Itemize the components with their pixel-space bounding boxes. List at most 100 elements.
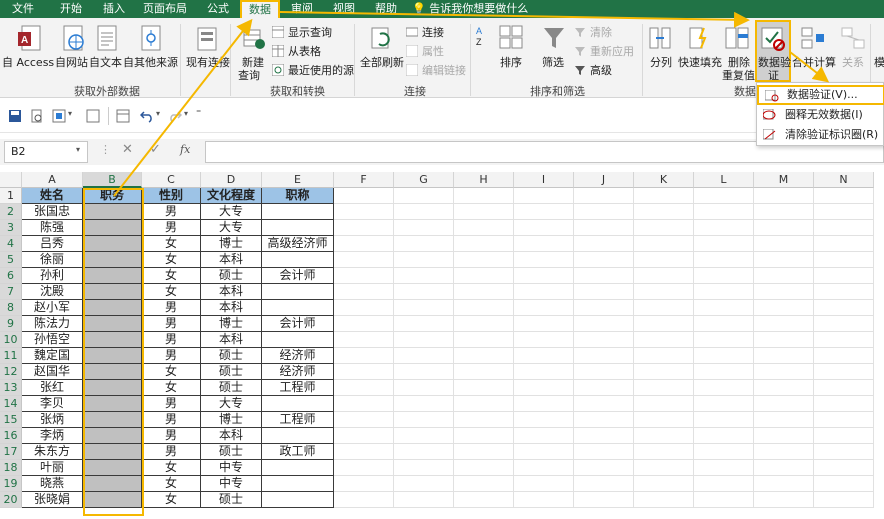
cell-f4[interactable] (334, 236, 394, 252)
cell-f18[interactable] (334, 460, 394, 476)
cell-k1[interactable] (634, 188, 694, 204)
cell-b5[interactable] (83, 252, 142, 268)
cell-a20[interactable]: 张晓娟 (22, 492, 83, 508)
cell-g3[interactable] (394, 220, 454, 236)
cell-c20[interactable]: 女 (142, 492, 201, 508)
print-preview-icon[interactable] (30, 109, 44, 123)
column-header-j[interactable]: J (574, 172, 634, 188)
cell-d12[interactable]: 硕士 (201, 364, 262, 380)
tab-formulas[interactable]: 公式 (198, 0, 238, 18)
format-icon[interactable] (86, 109, 100, 123)
cell-f7[interactable] (334, 284, 394, 300)
cell-b13[interactable] (83, 380, 142, 396)
undo-icon[interactable] (140, 109, 154, 123)
cell-i12[interactable] (514, 364, 574, 380)
cell-l18[interactable] (694, 460, 754, 476)
cell-k16[interactable] (634, 428, 694, 444)
cell-g20[interactable] (394, 492, 454, 508)
cell-c1[interactable]: 性别 (142, 188, 201, 204)
cell-l4[interactable] (694, 236, 754, 252)
cell-b19[interactable] (83, 476, 142, 492)
cell-g12[interactable] (394, 364, 454, 380)
cell-g2[interactable] (394, 204, 454, 220)
cell-i14[interactable] (514, 396, 574, 412)
cell-b6[interactable] (83, 268, 142, 284)
cell-b11[interactable] (83, 348, 142, 364)
flash-fill-button[interactable]: 快速填充 (678, 54, 722, 70)
cell-f16[interactable] (334, 428, 394, 444)
cell-j2[interactable] (574, 204, 634, 220)
cell-c11[interactable]: 男 (142, 348, 201, 364)
refresh-all-button[interactable]: 全部刷新 (360, 54, 404, 70)
cell-d8[interactable]: 本科 (201, 300, 262, 316)
cell-a9[interactable]: 陈法力 (22, 316, 83, 332)
cell-l17[interactable] (694, 444, 754, 460)
cell-n13[interactable] (814, 380, 874, 396)
cell-n12[interactable] (814, 364, 874, 380)
cell-n1[interactable] (814, 188, 874, 204)
cell-e14[interactable] (262, 396, 334, 412)
cell-h2[interactable] (454, 204, 514, 220)
cell-n17[interactable] (814, 444, 874, 460)
cell-m16[interactable] (754, 428, 814, 444)
row-header-19[interactable]: 19 (0, 476, 22, 492)
cell-i15[interactable] (514, 412, 574, 428)
show-queries-button[interactable]: 显示查询 (288, 24, 332, 40)
remove-duplicates-label-2[interactable]: 重复值 (722, 67, 755, 83)
tab-file[interactable]: 文件 (0, 0, 46, 18)
column-header-b[interactable]: B (83, 172, 142, 188)
cell-n15[interactable] (814, 412, 874, 428)
cell-a16[interactable]: 李炳 (22, 428, 83, 444)
cell-b10[interactable] (83, 332, 142, 348)
from-text-button[interactable]: 自文本 (89, 54, 122, 70)
customize-toolbar-icon[interactable]: ⁼ (196, 108, 201, 119)
cell-j6[interactable] (574, 268, 634, 284)
new-query-label-2[interactable]: 查询 (238, 67, 260, 83)
cell-j5[interactable] (574, 252, 634, 268)
cell-i20[interactable] (514, 492, 574, 508)
column-header-a[interactable]: A (22, 172, 83, 188)
cell-l12[interactable] (694, 364, 754, 380)
cell-m1[interactable] (754, 188, 814, 204)
cell-b15[interactable] (83, 412, 142, 428)
advanced-button[interactable]: 高级 (590, 62, 612, 78)
cell-f17[interactable] (334, 444, 394, 460)
column-header-e[interactable]: E (262, 172, 334, 188)
cell-d9[interactable]: 博士 (201, 316, 262, 332)
cell-l14[interactable] (694, 396, 754, 412)
cell-i19[interactable] (514, 476, 574, 492)
column-header-n[interactable]: N (814, 172, 874, 188)
cell-g8[interactable] (394, 300, 454, 316)
cell-k6[interactable] (634, 268, 694, 284)
tab-help[interactable]: 帮助 (366, 0, 406, 18)
cell-a8[interactable]: 赵小军 (22, 300, 83, 316)
cell-f19[interactable] (334, 476, 394, 492)
custom-command-icon[interactable] (52, 109, 66, 123)
cell-f5[interactable] (334, 252, 394, 268)
cell-n14[interactable] (814, 396, 874, 412)
row-header-3[interactable]: 3 (0, 220, 22, 236)
cell-a1[interactable]: 姓名 (22, 188, 83, 204)
column-header-l[interactable]: L (694, 172, 754, 188)
cell-m10[interactable] (754, 332, 814, 348)
cell-j20[interactable] (574, 492, 634, 508)
existing-connections-button[interactable]: 现有连接 (186, 54, 230, 70)
cell-b17[interactable] (83, 444, 142, 460)
tab-view[interactable]: 视图 (326, 0, 362, 18)
save-icon[interactable] (8, 109, 22, 123)
cell-k3[interactable] (634, 220, 694, 236)
cell-d10[interactable]: 本科 (201, 332, 262, 348)
cell-g15[interactable] (394, 412, 454, 428)
cell-d7[interactable]: 本科 (201, 284, 262, 300)
row-header-7[interactable]: 7 (0, 284, 22, 300)
cell-b14[interactable] (83, 396, 142, 412)
cell-d19[interactable]: 中专 (201, 476, 262, 492)
cell-f13[interactable] (334, 380, 394, 396)
cell-g4[interactable] (394, 236, 454, 252)
cell-a3[interactable]: 陈强 (22, 220, 83, 236)
cell-h13[interactable] (454, 380, 514, 396)
cell-c18[interactable]: 女 (142, 460, 201, 476)
cell-g10[interactable] (394, 332, 454, 348)
row-header-4[interactable]: 4 (0, 236, 22, 252)
row-header-16[interactable]: 16 (0, 428, 22, 444)
